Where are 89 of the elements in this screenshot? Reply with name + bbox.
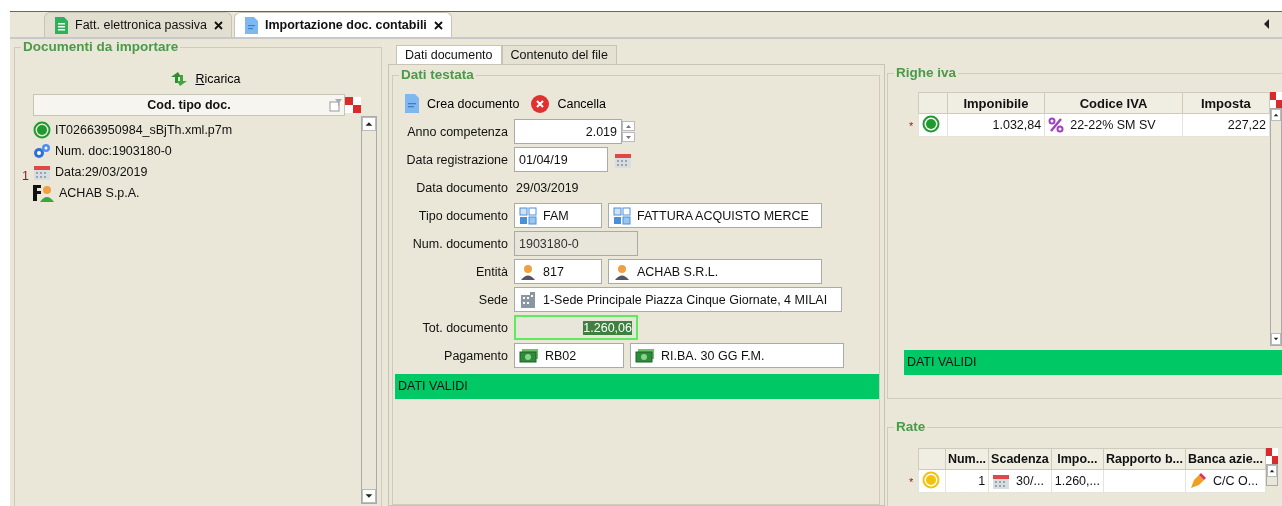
banknote-icon — [519, 347, 539, 364]
field-label: Tipo documento — [418, 208, 508, 223]
code-field[interactable]: RB02 — [514, 343, 624, 368]
tree-item[interactable]: IT02663950984_sBjTh.xml.p7m — [55, 122, 233, 137]
field-label: Num. documento — [412, 236, 508, 251]
cancel-icon — [531, 94, 550, 113]
scroll-up-icon[interactable] — [1271, 109, 1281, 121]
checker-icon[interactable] — [345, 97, 361, 113]
table-cell: 1.032,84 — [947, 113, 1045, 137]
spreadsheet-file-icon — [55, 16, 68, 34]
document-icon — [245, 16, 258, 34]
status-bar: DATI VALIDI — [395, 374, 879, 399]
field-label: Data documento — [416, 180, 508, 195]
document-icon — [405, 94, 419, 113]
banknote-icon — [635, 347, 655, 364]
tree-item[interactable]: Num. doc:1903180-0 — [55, 143, 172, 158]
status-dot-icon — [33, 120, 51, 139]
calendar-icon — [992, 472, 1011, 491]
table-cell: 30/... — [1016, 474, 1044, 489]
table-cell: C/C O... — [1213, 474, 1259, 489]
detail-tab[interactable]: Dati documento — [396, 45, 502, 64]
action-button[interactable]: Crea documento — [405, 94, 520, 113]
scroll-down-icon[interactable] — [362, 489, 376, 503]
scrollbar[interactable] — [1266, 464, 1279, 487]
row-marker: * — [908, 476, 914, 489]
column-header[interactable]: Imponibile — [947, 92, 1045, 114]
field-value: 29/03/2019 — [515, 180, 579, 195]
tree-item[interactable]: Data:29/03/2019 — [55, 164, 148, 179]
panel-title: Documenti da importare — [21, 39, 181, 54]
spin-button[interactable] — [622, 121, 635, 142]
grid-icon — [613, 206, 631, 225]
address-field[interactable]: 1-Sede Principale Piazza Cinque Giornate, 4 MILAI — [514, 287, 842, 312]
reload-button[interactable]: Ricarica — [165, 68, 245, 90]
column-header[interactable]: Codice IVA — [1044, 92, 1183, 114]
building-icon — [519, 290, 537, 309]
document-tab[interactable]: Fatt. elettronica passiva — [44, 12, 232, 37]
tab-label: Fatt. elettronica passiva — [75, 18, 207, 32]
table-cell: 1.260,... — [1051, 469, 1104, 493]
table-cell: 22-22% SM SV — [1070, 118, 1156, 132]
tree-item[interactable]: ACHAB S.p.A. — [59, 185, 140, 200]
column-header[interactable]: Impo... — [1051, 448, 1104, 470]
year-field[interactable]: 2.019 — [514, 119, 622, 144]
person-icon — [613, 262, 631, 281]
detail-tab[interactable]: Contenuto del file — [501, 45, 617, 64]
description-field[interactable]: FATTURA ACQUISTO MERCE — [608, 203, 822, 228]
scrollbar[interactable] — [361, 116, 377, 504]
scrollbar[interactable] — [1270, 108, 1282, 346]
checker-icon[interactable] — [1266, 448, 1279, 465]
company-person-icon — [33, 183, 55, 202]
field-label: Pagamento — [444, 348, 508, 363]
section-title: Righe iva — [893, 65, 958, 80]
checker-icon[interactable] — [1270, 92, 1282, 108]
field-label: Tot. documento — [422, 320, 508, 335]
column-header[interactable]: Rapporto b... — [1103, 448, 1186, 470]
field-label: Data registrazione — [406, 152, 508, 167]
table-cell: 227,22 — [1182, 113, 1270, 137]
table-cell: 1 — [945, 469, 989, 493]
code-field[interactable]: FAM — [514, 203, 602, 228]
pen-icon — [1189, 472, 1208, 491]
column-header[interactable]: Num... — [945, 448, 989, 470]
close-icon[interactable] — [433, 20, 443, 30]
code-field[interactable]: 817 — [514, 259, 602, 284]
close-icon[interactable] — [214, 20, 223, 30]
scroll-left-icon[interactable] — [1264, 19, 1270, 29]
document-tab[interactable]: Importazione doc. contabili — [234, 12, 452, 37]
gears-icon — [33, 142, 51, 159]
row-marker: 1 — [22, 169, 29, 183]
row-marker: * — [908, 120, 914, 132]
column-header[interactable]: Imposta — [1182, 92, 1270, 114]
date-field[interactable]: 01/04/19 — [514, 147, 608, 172]
person-icon — [519, 262, 537, 281]
readonly-field: 1903180-0 — [514, 231, 638, 256]
description-field[interactable]: RI.BA. 30 GG F.M. — [630, 343, 844, 368]
tab-label: Importazione doc. contabili — [265, 18, 427, 32]
field-label: Entità — [476, 264, 508, 279]
action-button[interactable]: Cancella — [531, 94, 607, 113]
scroll-up-icon[interactable] — [1267, 465, 1278, 478]
grid-icon — [519, 206, 537, 225]
total-field[interactable]: 1.260,06 — [514, 315, 638, 340]
scroll-up-icon[interactable] — [362, 117, 376, 131]
description-field[interactable]: ACHAB S.R.L. — [608, 259, 822, 284]
column-header[interactable]: Scadenza — [988, 448, 1052, 470]
section-title: Dati testata — [399, 67, 476, 82]
field-label: Sede — [478, 292, 508, 307]
field-label: Anno competenza — [407, 124, 508, 139]
percent-icon — [1048, 117, 1065, 133]
column-header[interactable]: Cod. tipo doc. — [33, 94, 345, 116]
status-bar: DATI VALIDI — [903, 350, 1282, 375]
column-header[interactable]: Banca azie... — [1185, 448, 1266, 470]
